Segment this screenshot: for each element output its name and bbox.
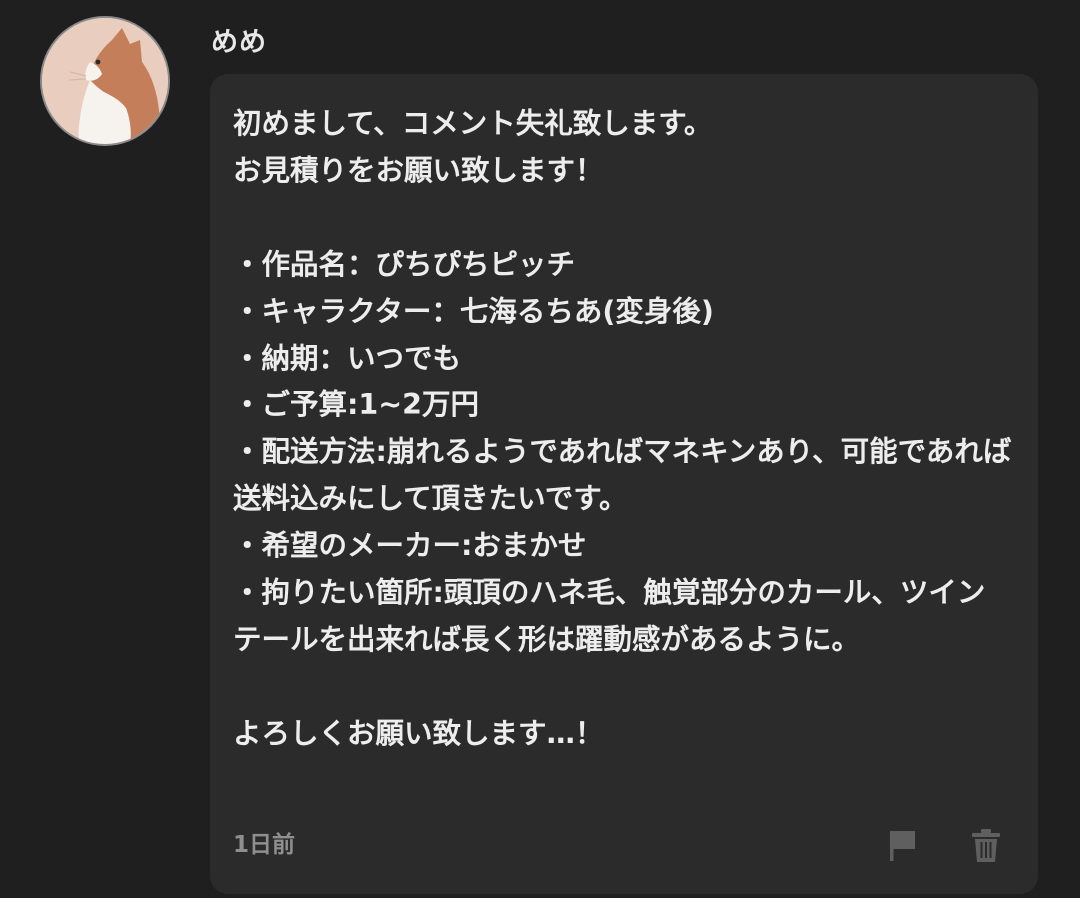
author-name[interactable]: めめ — [211, 24, 267, 62]
delete-button[interactable] — [966, 825, 1006, 865]
trash-icon — [972, 829, 1000, 862]
comment-body: 初めまして、コメント失礼致します。 お見積りをお願い致します！ ・作品名：ぴちぴ… — [233, 107, 1012, 750]
comment-timestamp: 1日前 — [233, 832, 296, 858]
flag-icon — [890, 831, 915, 861]
report-button[interactable] — [882, 825, 922, 865]
author-avatar[interactable] — [42, 18, 168, 144]
comment-bubble: 初めまして、コメント失礼致します。 お見積りをお願い致します！ ・作品名：ぴちぴ… — [210, 74, 1038, 894]
cat-avatar-icon — [42, 18, 168, 144]
